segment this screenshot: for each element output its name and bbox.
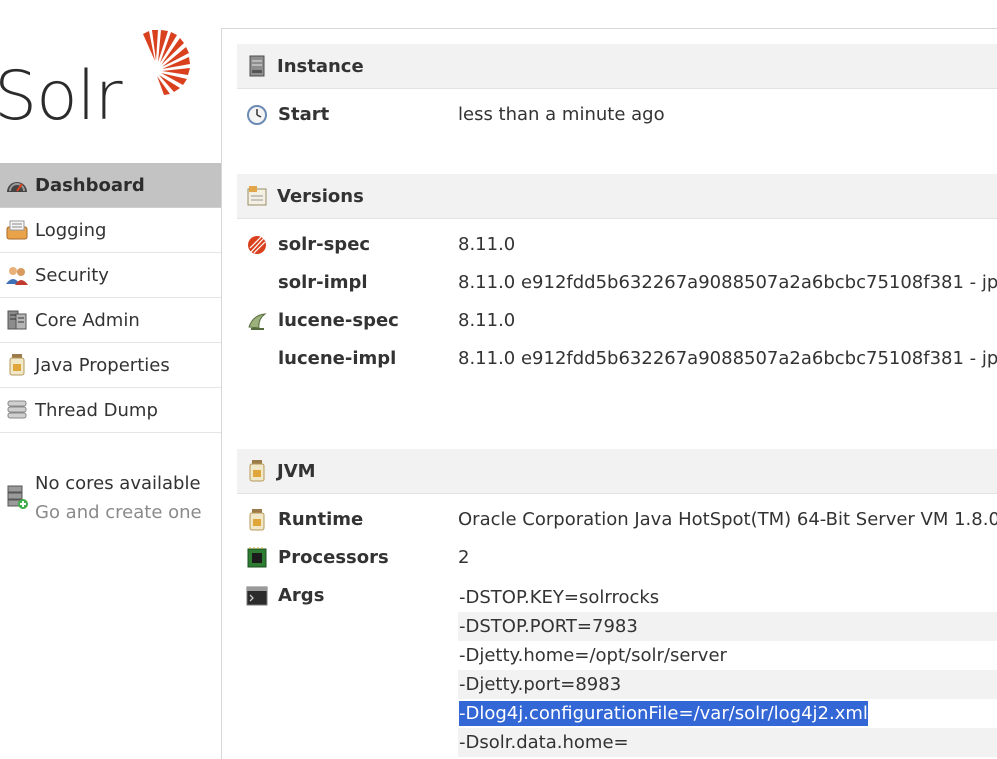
- start-value: less than a minute ago: [458, 104, 665, 125]
- jvm-arg-selected: -Dlog4j.configurationFile=/var/solr/log4…: [458, 699, 997, 728]
- nav-item-core-admin[interactable]: Core Admin: [0, 298, 221, 343]
- selected-text[interactable]: -Dlog4j.configurationFile=/var/solr/log4…: [459, 701, 868, 726]
- nav-label: Security: [35, 264, 109, 286]
- nav-item-logging[interactable]: Logging: [0, 208, 221, 253]
- lucene-icon: [245, 309, 269, 333]
- solr-spec-label: solr-spec: [278, 234, 371, 255]
- versions-title: Versions: [277, 185, 364, 207]
- thread-stack-icon: [3, 398, 31, 422]
- nav-label: Dashboard: [35, 174, 145, 196]
- jvm-title: JVM: [277, 460, 316, 482]
- nav-label: Core Admin: [35, 309, 140, 331]
- cpu-chip-icon: [245, 546, 269, 570]
- database-server-icon: [3, 308, 31, 332]
- lucene-impl-value: 8.11.0 e912fdd5b632267a9088507a2a6bcbc75…: [458, 348, 997, 369]
- create-core-link[interactable]: Go and create one: [35, 502, 202, 523]
- start-row: Start less than a minute ago: [237, 100, 997, 130]
- java-jar-icon: [3, 353, 31, 377]
- nav-label: Thread Dump: [35, 399, 158, 421]
- logo-text: Solr: [0, 57, 123, 136]
- jvm-arg: -DSTOP.KEY=solrrocks: [459, 587, 660, 608]
- lucene-impl-row: lucene-impl 8.11.0 e912fdd5b632267a90885…: [237, 344, 997, 374]
- lucene-impl-label: lucene-impl: [278, 348, 397, 369]
- processors-label: Processors: [278, 547, 389, 568]
- sidebar: Solr Dashboard Logging Security Core Adm…: [0, 0, 221, 759]
- args-label: Args: [278, 585, 325, 606]
- nav-item-dashboard[interactable]: Dashboard: [0, 163, 221, 208]
- solr-impl-label: solr-impl: [278, 272, 368, 293]
- versions-section-header: Versions: [237, 174, 997, 219]
- solr-impl-row: solr-impl 8.11.0 e912fdd5b632267a9088507…: [237, 268, 997, 298]
- java-jar-icon: [245, 459, 269, 483]
- solr-icon: [245, 233, 269, 257]
- processors-row: Processors 2: [237, 543, 997, 573]
- solr-spec-row: solr-spec 8.11.0: [237, 230, 997, 260]
- solr-spec-value: 8.11.0: [458, 234, 516, 255]
- runtime-row: Runtime Oracle Corporation Java HotSpot(…: [237, 505, 997, 535]
- instance-title: Instance: [277, 55, 364, 77]
- clock-icon: [245, 103, 269, 127]
- no-cores-text: No cores available: [35, 473, 201, 494]
- dashboard-gauge-icon: [3, 173, 31, 197]
- main-nav: Dashboard Logging Security Core Admin Ja…: [0, 163, 221, 433]
- add-database-icon: [7, 485, 28, 509]
- jvm-args-list: -DSTOP.KEY=solrrocks -DSTOP.PORT=7983 -D…: [458, 583, 997, 757]
- logging-inbox-icon: [3, 218, 31, 242]
- solr-impl-value: 8.11.0 e912fdd5b632267a9088507a2a6bcbc75…: [458, 272, 997, 293]
- lucene-spec-row: lucene-spec 8.11.0: [237, 306, 997, 336]
- solr-sun-icon: [143, 30, 190, 95]
- nav-label: Logging: [35, 219, 107, 241]
- solr-admin-page: Solr Dashboard Logging Security Core Adm…: [0, 0, 997, 759]
- users-icon: [3, 263, 31, 287]
- jvm-arg: -Djetty.port=8983: [458, 670, 997, 699]
- jvm-arg: -DSTOP.PORT=7983: [458, 612, 997, 641]
- nav-label: Java Properties: [35, 354, 170, 376]
- terminal-icon: [245, 584, 269, 608]
- jvm-arg: -Dsolr.data.home=: [458, 728, 997, 757]
- versions-icon: [245, 184, 269, 208]
- jvm-arg: -Djetty.home=/opt/solr/server: [459, 645, 727, 666]
- solr-logo[interactable]: Solr: [0, 28, 200, 138]
- lucene-spec-value: 8.11.0: [458, 310, 516, 331]
- java-jar-icon: [245, 508, 269, 532]
- nav-item-security[interactable]: Security: [0, 253, 221, 298]
- instance-section-header: Instance: [237, 44, 997, 89]
- nav-item-thread-dump[interactable]: Thread Dump: [0, 388, 221, 433]
- runtime-label: Runtime: [278, 509, 364, 530]
- lucene-spec-label: lucene-spec: [278, 310, 399, 331]
- start-label: Start: [278, 104, 330, 125]
- runtime-value: Oracle Corporation Java HotSpot(TM) 64-B…: [458, 509, 997, 530]
- server-icon: [245, 54, 269, 78]
- jvm-section-header: JVM: [237, 449, 997, 494]
- processors-value: 2: [458, 547, 470, 568]
- nav-item-java-properties[interactable]: Java Properties: [0, 343, 221, 388]
